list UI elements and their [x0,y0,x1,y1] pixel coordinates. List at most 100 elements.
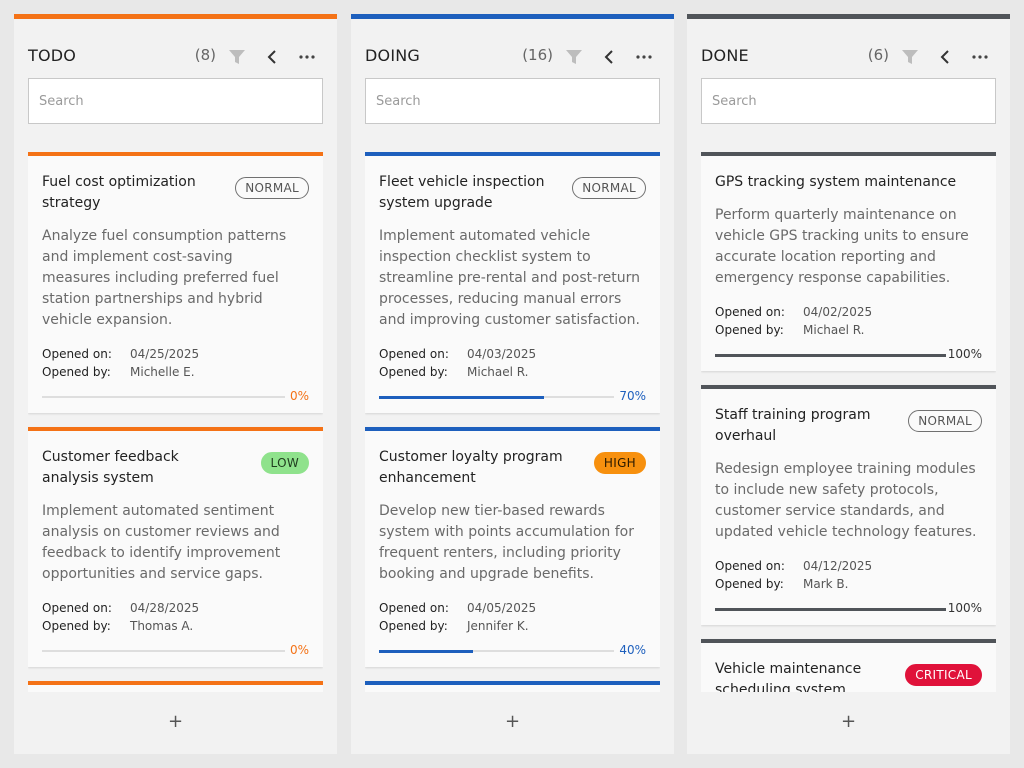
card-accent-bar [701,639,996,643]
card-description: Implement automated sentiment analysis o… [42,503,281,582]
add-card-button[interactable]: + [351,708,674,736]
card-description: Redesign employee training modules to in… [715,461,977,540]
progress-track [42,650,285,652]
task-card[interactable]: Vehicle maintenance scheduling system CR… [701,639,996,692]
opened-on-row: Opened on: 04/05/2025 [379,599,536,617]
filter-icon[interactable] [226,46,248,68]
chevron-left-icon[interactable] [261,46,283,68]
opened-by-value: Thomas A. [130,619,194,633]
progress-track [715,607,946,611]
more-horizontal-icon[interactable] [633,46,655,68]
progress-label: 70% [619,389,646,403]
column-done: DONE (6) GPS tracking system maintenance… [687,14,1010,754]
opened-by-label: Opened by: [379,619,448,633]
card-description: Develop new tier-based rewards system wi… [379,503,635,582]
task-card[interactable] [365,681,660,692]
chevron-left-icon[interactable] [934,46,956,68]
task-card[interactable]: Staff training program overhaul NORMAL R… [701,385,996,625]
column-count: (16) [522,46,553,64]
opened-on-label: Opened on: [379,347,449,361]
plus-icon: + [167,711,184,732]
priority-badge: LOW [260,452,309,474]
column-todo: TODO (8) Fuel cost optimization strategy… [14,14,337,754]
column-title: TODO [28,46,77,65]
card-accent-bar [28,681,323,685]
filter-icon[interactable] [563,46,585,68]
card-accent-bar [365,152,660,156]
card-list: Fuel cost optimization strategy NORMAL A… [28,152,323,692]
more-horizontal-icon[interactable] [969,46,991,68]
opened-on-label: Opened on: [379,601,449,615]
add-card-button[interactable]: + [687,708,1010,736]
opened-on-row: Opened on: 04/12/2025 [715,557,872,575]
search-input[interactable] [701,78,996,124]
column-count: (8) [194,46,216,64]
opened-by-label: Opened by: [715,323,784,337]
priority-badge: NORMAL [908,410,982,432]
opened-by-value: Mark B. [803,577,849,591]
task-card[interactable]: Customer loyalty program enhancement HIG… [365,427,660,667]
progress-label: 100% [947,347,982,361]
opened-by-value: Michelle E. [130,365,195,379]
opened-by-row: Opened by: Thomas A. [42,617,193,635]
plus-icon: + [504,711,521,732]
card-title: GPS tracking system maintenance [715,174,957,190]
column-header: DOING (16) [365,42,660,70]
opened-on-value: 04/02/2025 [803,305,873,319]
column-accent-bar [14,14,337,19]
column-accent-bar [687,14,1010,19]
progress-track [379,395,614,399]
add-card-button[interactable]: + [14,708,337,736]
search-input[interactable] [28,78,323,124]
card-accent-bar [28,152,323,156]
opened-on-label: Opened on: [715,305,785,319]
opened-on-row: Opened on: 04/03/2025 [379,345,536,363]
progress-label: 40% [619,643,646,657]
column-header: TODO (8) [28,42,323,70]
opened-on-value: 04/03/2025 [467,347,537,361]
priority-badge: HIGH [593,452,646,474]
priority-badge: CRITICAL [905,664,982,686]
card-accent-bar [365,681,660,685]
card-list: Fleet vehicle inspection system upgrade … [365,152,660,692]
opened-on-row: Opened on: 04/28/2025 [42,599,199,617]
card-title: Fleet vehicle inspection system upgrade [379,174,545,211]
column-title: DOING [365,46,420,65]
priority-badge: NORMAL [572,177,646,199]
card-title: Customer feedback analysis system [42,449,179,486]
card-accent-bar [701,152,996,156]
column-title: DONE [701,46,749,65]
progress-track [379,649,614,653]
opened-by-value: Michael R. [467,365,529,379]
chevron-left-icon[interactable] [598,46,620,68]
more-horizontal-icon[interactable] [296,46,318,68]
opened-by-row: Opened by: Michael R. [379,363,529,381]
opened-on-label: Opened on: [42,347,112,361]
card-list: GPS tracking system maintenance Perform … [701,152,996,692]
opened-by-row: Opened by: Mark B. [715,575,848,593]
filter-icon[interactable] [899,46,921,68]
opened-by-row: Opened by: Michael R. [715,321,865,339]
progress-track [715,353,946,357]
task-card[interactable] [28,681,323,692]
task-card[interactable]: Customer feedback analysis system LOW Im… [28,427,323,667]
opened-by-row: Opened by: Michelle E. [42,363,195,381]
opened-by-label: Opened by: [42,619,111,633]
plus-icon: + [840,711,857,732]
opened-by-label: Opened by: [42,365,111,379]
card-title: Fuel cost optimization strategy [42,174,196,211]
column-header: DONE (6) [701,42,996,70]
progress-fill [379,649,473,653]
card-accent-bar [701,385,996,389]
progress-track [42,396,285,398]
opened-on-label: Opened on: [42,601,112,615]
task-card[interactable]: GPS tracking system maintenance Perform … [701,152,996,371]
column-accent-bar [351,14,674,19]
task-card[interactable]: Fuel cost optimization strategy NORMAL A… [28,152,323,413]
task-card[interactable]: Fleet vehicle inspection system upgrade … [365,152,660,413]
column-doing: DOING (16) Fleet vehicle inspection syst… [351,14,674,754]
progress-fill [715,607,946,611]
search-input[interactable] [365,78,660,124]
opened-by-row: Opened by: Jennifer K. [379,617,529,635]
column-count: (6) [867,46,889,64]
